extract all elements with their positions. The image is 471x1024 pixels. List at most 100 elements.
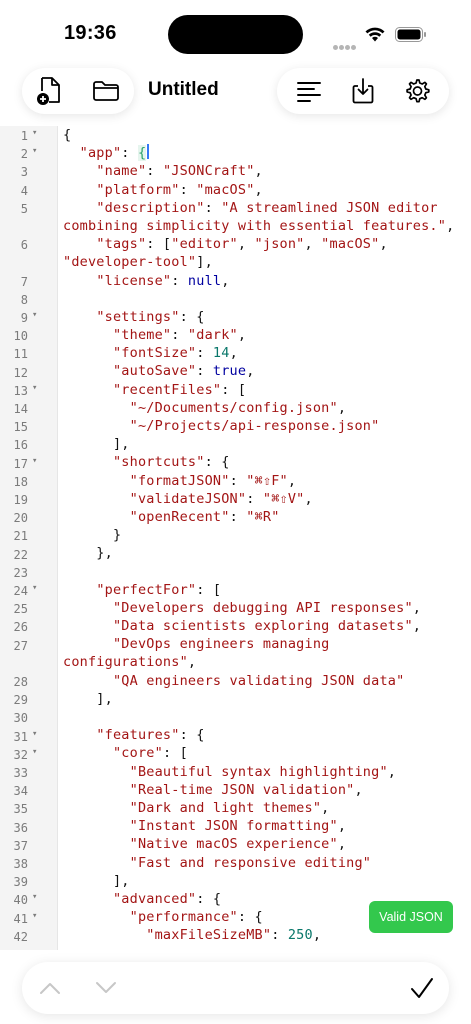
code-line[interactable]: "Instant JSON formatting", xyxy=(63,817,468,835)
code-line[interactable]: "QA engineers validating JSON data" xyxy=(63,672,468,690)
fold-toggle-icon[interactable]: ▾ xyxy=(32,383,37,393)
fold-toggle-icon[interactable]: ▾ xyxy=(32,146,37,156)
code-line[interactable]: "tags": ["editor", "json", "macOS", xyxy=(63,235,468,253)
line-number-label: 5 xyxy=(20,201,28,216)
code-line[interactable]: "features": { xyxy=(63,726,468,744)
fold-toggle-icon[interactable]: ▾ xyxy=(32,310,37,320)
fold-toggle-icon[interactable]: ▾ xyxy=(32,747,37,757)
code-token: "editor" xyxy=(171,236,238,253)
code-token: , xyxy=(221,272,230,289)
code-line[interactable]: "Real-time JSON validation", xyxy=(63,781,468,799)
line-number: 8 xyxy=(0,290,58,308)
code-line[interactable]: "platform": "macOS", xyxy=(63,181,468,199)
code-line[interactable]: "Fast and responsive editing" xyxy=(63,854,468,872)
code-token: ], xyxy=(63,690,113,707)
fold-toggle-icon[interactable]: ▾ xyxy=(32,583,37,593)
next-error-button[interactable] xyxy=(90,972,122,1004)
code-line[interactable]: "app": { xyxy=(63,144,468,162)
code-token: "validateJSON" xyxy=(129,490,247,507)
code-line[interactable]: configurations", xyxy=(63,653,468,671)
code-token: }, xyxy=(63,545,113,562)
code-token: "name" xyxy=(96,163,147,180)
code-line[interactable]: "license": null, xyxy=(63,272,468,290)
code-line[interactable]: "perfectFor": [ xyxy=(63,581,468,599)
code-line[interactable]: } xyxy=(63,526,468,544)
code-line[interactable]: }, xyxy=(63,544,468,562)
code-token: , xyxy=(337,836,347,853)
code-line[interactable]: "Native macOS experience", xyxy=(63,835,468,853)
code-line[interactable]: "description": "A streamlined JSON edito… xyxy=(63,199,468,217)
document-title[interactable]: Untitled xyxy=(148,79,219,101)
code-token: : xyxy=(179,181,197,198)
code-line[interactable]: "~/Documents/config.json", xyxy=(63,399,468,417)
save-button[interactable] xyxy=(345,73,381,109)
line-number-label: 24 xyxy=(13,584,28,598)
line-number-label: 33 xyxy=(13,766,28,780)
code-line[interactable]: "Beautiful syntax highlighting", xyxy=(63,763,468,781)
code-line[interactable]: "openRecent": "⌘R" xyxy=(63,508,468,526)
code-line[interactable]: "recentFiles": [ xyxy=(63,381,468,399)
line-number-label: 3 xyxy=(20,165,28,180)
format-button[interactable] xyxy=(291,73,327,109)
code-line[interactable]: "DevOps engineers managing xyxy=(63,635,468,653)
wifi-icon xyxy=(365,27,385,42)
line-number-label: 42 xyxy=(13,929,28,944)
code-line[interactable]: "shortcuts": { xyxy=(63,453,468,471)
line-number: 19 xyxy=(0,490,58,508)
fold-toggle-icon[interactable]: ▾ xyxy=(32,128,37,138)
code-line[interactable]: "formatJSON": "⌘⇧F", xyxy=(63,472,468,490)
fold-toggle-icon[interactable]: ▾ xyxy=(32,911,37,921)
code-area[interactable]: { "app": { "name": "JSONCraft", "platfor… xyxy=(63,126,468,944)
line-number-label: 6 xyxy=(20,238,28,253)
new-file-button[interactable] xyxy=(32,73,68,109)
fold-toggle-icon[interactable]: ▾ xyxy=(32,456,37,466)
fold-toggle-icon[interactable]: ▾ xyxy=(32,892,37,902)
code-line[interactable] xyxy=(63,563,468,581)
line-number: 41 ▾ xyxy=(0,909,58,927)
line-number-label: 14 xyxy=(13,402,28,416)
json-editor[interactable]: 1 ▾ 2 ▾ 3 4 5 6 7 8 9 ▾ 10 11 12 13 ▾ 14 15 16 17 ▾ 18 19 20 21 22… xyxy=(0,126,471,950)
fold-toggle-icon[interactable]: ▾ xyxy=(32,729,37,739)
code-line[interactable]: ], xyxy=(63,690,468,708)
code-line[interactable]: { xyxy=(63,126,468,144)
code-line[interactable] xyxy=(63,290,468,308)
code-line[interactable]: "core": [ xyxy=(63,744,468,762)
code-line[interactable]: "Developers debugging API responses", xyxy=(63,599,468,617)
previous-error-button[interactable] xyxy=(34,972,66,1004)
code-token: , xyxy=(237,327,247,344)
line-number: 31 ▾ xyxy=(0,727,58,745)
code-line[interactable]: ], xyxy=(63,435,468,453)
line-number-label: 38 xyxy=(13,857,28,871)
code-line[interactable]: "Dark and light themes", xyxy=(63,799,468,817)
code-token: "A streamlined JSON editor xyxy=(221,199,438,216)
open-folder-button[interactable] xyxy=(88,73,124,109)
code-line[interactable]: "validateJSON": "⌘⇧V", xyxy=(63,490,468,508)
line-number-label: 36 xyxy=(13,820,28,835)
code-line[interactable]: "developer-tool"], xyxy=(63,253,468,271)
settings-button[interactable] xyxy=(399,73,435,109)
code-token: "license" xyxy=(96,272,172,289)
code-token: "advanced" xyxy=(112,890,197,907)
code-token: , xyxy=(337,399,347,416)
line-number: 14 xyxy=(0,399,58,417)
code-line[interactable]: "name": "JSONCraft", xyxy=(63,162,468,180)
code-line[interactable]: "autoSave": true, xyxy=(63,362,468,380)
code-token: , xyxy=(254,163,263,180)
code-line[interactable]: "theme": "dark", xyxy=(63,326,468,344)
code-line[interactable]: "Data scientists exploring datasets", xyxy=(63,617,468,635)
line-number-label: 30 xyxy=(13,711,28,726)
done-button[interactable] xyxy=(406,972,438,1004)
code-line[interactable]: "settings": { xyxy=(63,308,468,326)
code-line[interactable]: combining simplicity with essential feat… xyxy=(63,217,468,235)
code-line[interactable]: ], xyxy=(63,872,468,890)
code-line[interactable]: "fontSize": 14, xyxy=(63,344,468,362)
code-token: "core" xyxy=(112,745,163,762)
code-token: , xyxy=(229,345,238,362)
line-number-label: 28 xyxy=(13,675,28,689)
code-line[interactable] xyxy=(63,708,468,726)
line-number-label: 41 xyxy=(13,911,28,926)
code-token: "~/Projects/api-response.json" xyxy=(129,418,380,434)
code-line[interactable]: "~/Projects/api-response.json" xyxy=(63,417,468,435)
